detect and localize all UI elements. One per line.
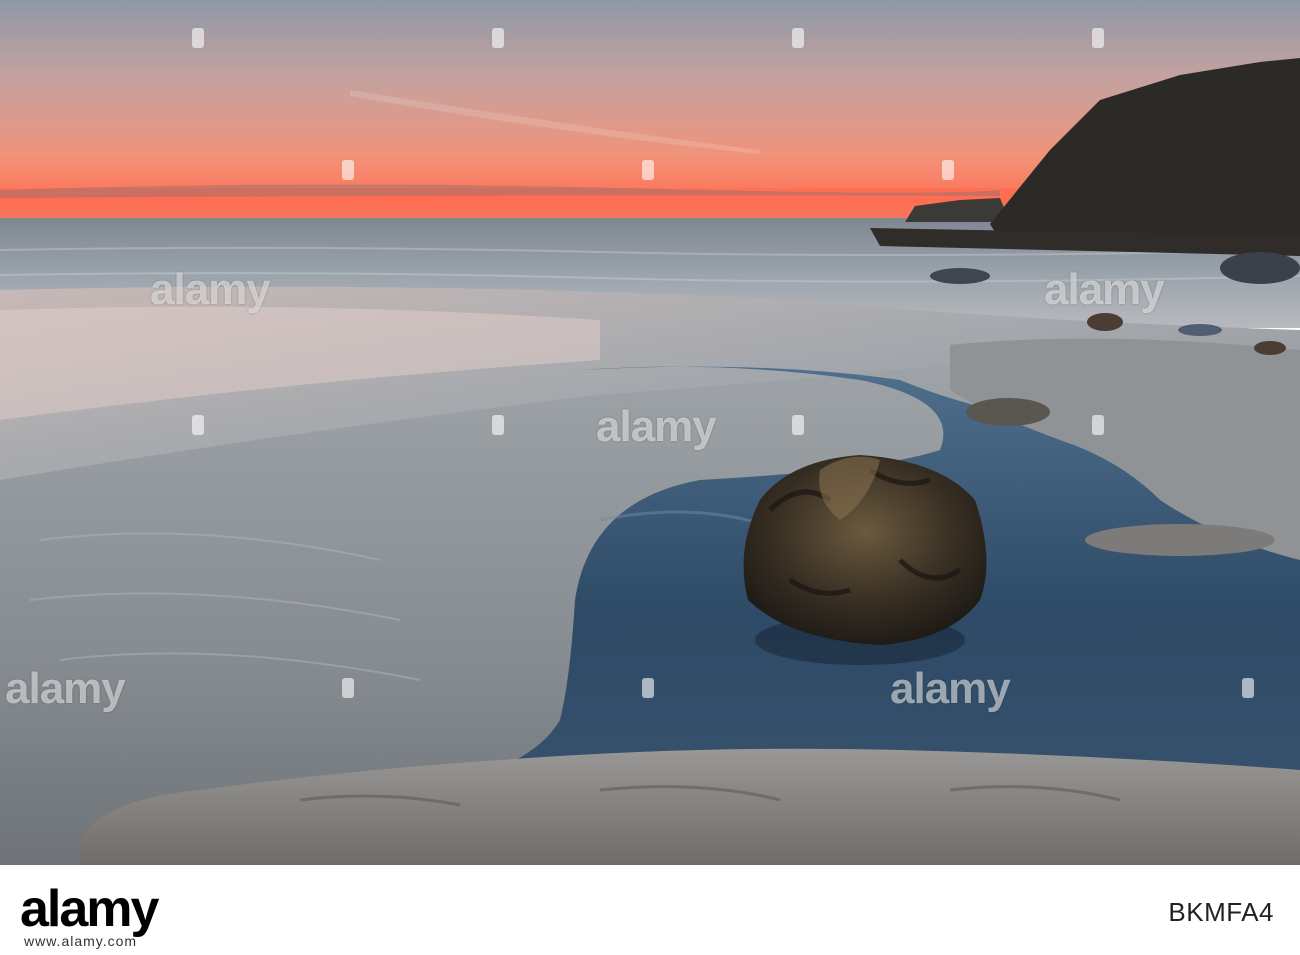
image-id: BKMFA4: [1168, 897, 1274, 927]
watermark-mark-icon: [1242, 678, 1254, 698]
small-rock: [1254, 341, 1286, 355]
flat-rock: [1085, 524, 1275, 556]
watermark-mark-icon: [342, 160, 354, 180]
watermark-text: alamy: [1044, 265, 1165, 314]
site-domain: www.alamy.com: [24, 933, 138, 949]
watermark-text: alamy: [890, 664, 1011, 713]
watermark-mark-icon: [1092, 415, 1104, 435]
dark-rock: [1178, 324, 1222, 336]
watermark-mark-icon: [942, 160, 954, 180]
watermark-mark-icon: [642, 678, 654, 698]
dark-rock: [1220, 252, 1300, 284]
watermark-text: alamy: [596, 402, 717, 451]
watermark-mark-icon: [492, 415, 504, 435]
watermark-mark-icon: [642, 160, 654, 180]
watermark-mark-icon: [342, 678, 354, 698]
watermark-mark-icon: [1092, 28, 1104, 48]
watermark-text: alamy: [5, 664, 126, 713]
watermark-mark-icon: [192, 28, 204, 48]
dark-rock: [930, 268, 990, 284]
watermark-text: alamy: [150, 265, 271, 314]
watermark-mark-icon: [792, 28, 804, 48]
stock-footer-bar: alamy BKMFA4 www.alamy.com: [0, 865, 1300, 955]
beach-sunset-photo: alamy alamy alamy alamy alamy: [0, 0, 1300, 865]
seaweed-rock: [743, 455, 987, 665]
small-rock: [966, 398, 1050, 426]
watermark-mark-icon: [492, 28, 504, 48]
watermark-mark-icon: [192, 415, 204, 435]
watermark-mark-icon: [792, 415, 804, 435]
small-rock: [1087, 313, 1123, 331]
alamy-logo: alamy: [20, 880, 159, 938]
